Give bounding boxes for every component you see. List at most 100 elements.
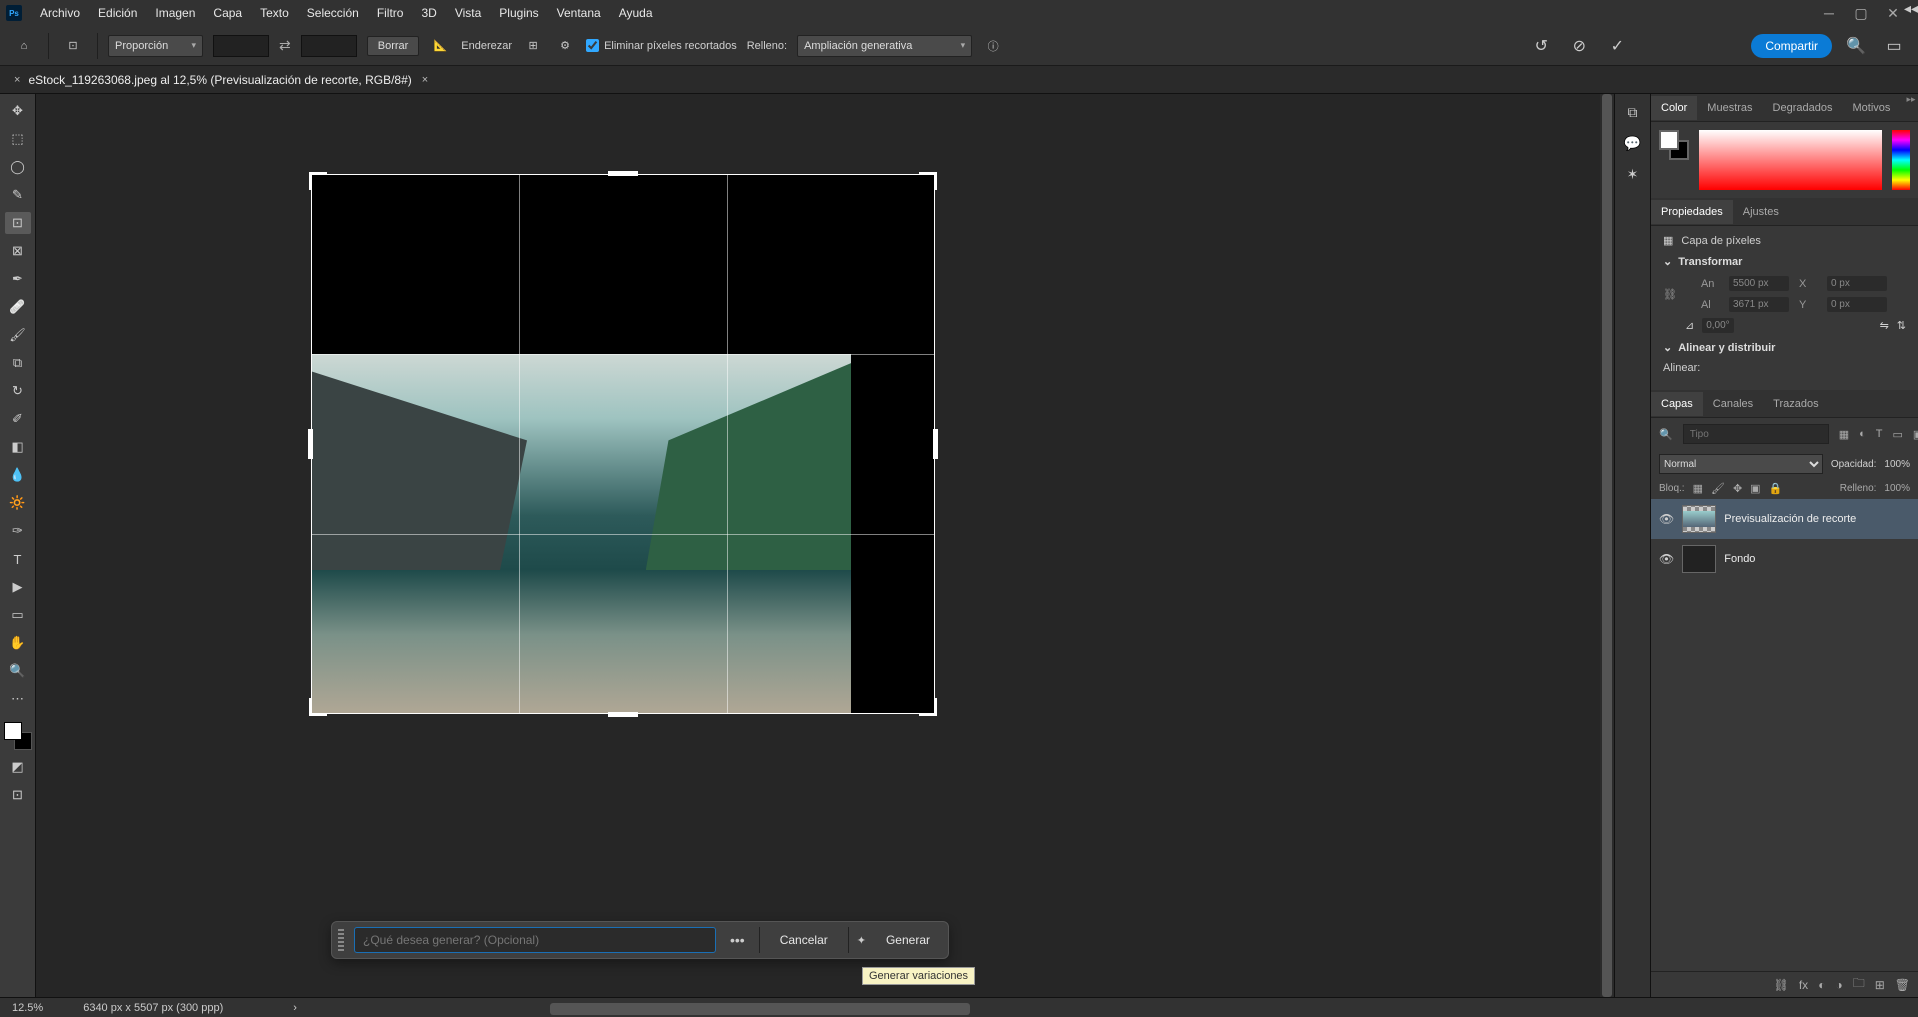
commit-crop-icon[interactable]: ✓ <box>1603 32 1631 60</box>
tab-adjustments[interactable]: Ajustes <box>1733 200 1789 224</box>
crop-handle-top[interactable] <box>608 171 638 176</box>
close-tab-icon[interactable]: × <box>14 74 20 86</box>
generate-button[interactable]: Generar <box>874 928 942 952</box>
menu-seleccion[interactable]: Selección <box>299 2 367 24</box>
adjustment-icon[interactable]: ◑ <box>1835 978 1842 992</box>
gradient-tool[interactable]: ◧ <box>5 436 31 458</box>
crop-handle-tl[interactable] <box>309 172 327 190</box>
crop-box[interactable] <box>311 174 935 714</box>
menu-plugins[interactable]: Plugins <box>491 2 546 24</box>
layer-filter-input[interactable] <box>1683 424 1829 444</box>
crop-handle-bl[interactable] <box>309 698 327 716</box>
overlay-grid-icon[interactable]: ⊞ <box>522 35 544 57</box>
crop-handle-br[interactable] <box>919 698 937 716</box>
share-button[interactable]: Compartir <box>1751 34 1832 58</box>
maximize-icon[interactable]: ▢ <box>1854 6 1868 20</box>
chevron-right-icon[interactable]: › <box>293 1002 297 1014</box>
lock-artboard-icon[interactable]: ▣ <box>1750 482 1760 495</box>
cancel-crop-icon[interactable]: ⊘ <box>1565 32 1593 60</box>
path-select-tool[interactable]: ▶ <box>5 576 31 598</box>
layer-thumbnail[interactable] <box>1682 545 1716 573</box>
layer-name[interactable]: Fondo <box>1724 553 1755 565</box>
edit-toolbar[interactable]: ⋯ <box>5 688 31 710</box>
fill-value[interactable]: 100% <box>1884 483 1910 494</box>
zoom-tool[interactable]: 🔍 <box>5 660 31 682</box>
history-brush-tool[interactable]: ↻ <box>5 380 31 402</box>
crop-handle-left[interactable] <box>308 429 313 459</box>
eraser-tool[interactable]: ✐ <box>5 408 31 430</box>
visibility-icon[interactable]: 👁 <box>1659 552 1674 566</box>
hue-strip[interactable] <box>1892 130 1910 190</box>
crop-handle-tr[interactable] <box>919 172 937 190</box>
color-chips[interactable] <box>4 722 32 750</box>
clone-tool[interactable]: ⧉ <box>5 352 31 374</box>
document-tab[interactable]: eStock_119263068.jpeg al 12,5% (Previsua… <box>28 73 411 87</box>
document-dimensions[interactable]: 6340 px x 5507 px (300 ppp) <box>83 1002 223 1014</box>
flip-v-icon[interactable]: ⇅ <box>1897 319 1906 332</box>
opacity-value[interactable]: 100% <box>1884 459 1910 470</box>
workspace-icon[interactable]: ▭ <box>1880 32 1908 60</box>
collapse-right-icon[interactable]: ▸▸ <box>1904 94 1918 108</box>
search-icon[interactable]: 🔍 <box>1842 32 1870 60</box>
blend-mode-select[interactable]: Normal <box>1659 454 1823 474</box>
crop-settings-icon[interactable]: ⚙ <box>554 35 576 57</box>
tab-color[interactable]: Color <box>1651 96 1697 120</box>
link-wh-icon[interactable]: ⛓ <box>1663 288 1677 301</box>
lasso-tool[interactable]: ◯ <box>5 156 31 178</box>
crop-handle-right[interactable] <box>933 429 938 459</box>
menu-vista[interactable]: Vista <box>447 2 489 24</box>
chevron-down-icon[interactable]: ⌄ <box>1663 341 1672 354</box>
crop-height-input[interactable] <box>301 35 357 57</box>
delete-cropped-checkbox[interactable]: Eliminar píxeles recortados <box>586 39 737 52</box>
libraries-panel-icon[interactable]: ✶ <box>1627 166 1639 183</box>
chevron-down-icon[interactable]: ⌄ <box>1663 255 1672 268</box>
menu-ayuda[interactable]: Ayuda <box>611 2 661 24</box>
lock-position-icon[interactable]: ✥ <box>1733 482 1742 495</box>
menu-filtro[interactable]: Filtro <box>369 2 412 24</box>
straighten-icon[interactable]: 📐 <box>429 35 451 57</box>
layer-thumbnail[interactable] <box>1682 505 1716 533</box>
menu-capa[interactable]: Capa <box>205 2 250 24</box>
lock-transparent-icon[interactable]: ▦ <box>1693 482 1703 495</box>
healing-tool[interactable]: 🩹 <box>5 296 31 318</box>
tab-layers[interactable]: Capas <box>1651 392 1703 416</box>
filter-type-icon[interactable]: T <box>1876 428 1883 440</box>
layer-name[interactable]: Previsualización de recorte <box>1724 513 1856 525</box>
eyedropper-tool[interactable]: ✒ <box>5 268 31 290</box>
type-tool[interactable]: T <box>5 548 31 570</box>
tab-patterns[interactable]: Motivos <box>1842 96 1900 120</box>
swap-dimensions-icon[interactable]: ⇄ <box>279 37 291 54</box>
history-panel-icon[interactable]: ⧉ <box>1628 104 1638 121</box>
filter-shape-icon[interactable]: ▭ <box>1893 428 1903 441</box>
taskbar-grip[interactable] <box>338 929 344 951</box>
lock-image-icon[interactable]: 🖌 <box>1711 482 1725 495</box>
quick-mask[interactable]: ◩ <box>5 756 31 778</box>
group-icon[interactable]: 🗀 <box>1853 974 1865 995</box>
marquee-tool[interactable]: ⬚ <box>5 128 31 150</box>
tab-properties[interactable]: Propiedades <box>1651 200 1733 224</box>
hand-tool[interactable]: ✋ <box>5 632 31 654</box>
crop-tool-icon[interactable]: ⊡ <box>59 32 87 60</box>
color-fg-bg[interactable] <box>1659 130 1689 160</box>
canvas-area[interactable]: ••• Cancelar ✦ Generar Generar variacion… <box>36 94 1614 997</box>
flip-h-icon[interactable]: ⇋ <box>1880 319 1889 332</box>
home-icon[interactable]: ⌂ <box>10 32 38 60</box>
tab-swatches[interactable]: Muestras <box>1697 96 1762 120</box>
delete-layer-icon[interactable]: 🗑 <box>1895 978 1910 992</box>
cancel-button[interactable]: Cancelar <box>768 928 840 952</box>
horizontal-scrollbar[interactable] <box>550 1003 970 1015</box>
move-tool[interactable]: ✥ <box>5 100 31 122</box>
shape-tool[interactable]: ▭ <box>5 604 31 626</box>
fx-icon[interactable]: fx <box>1799 978 1808 992</box>
dodge-tool[interactable]: 🔆 <box>5 492 31 514</box>
frame-tool[interactable]: ⊠ <box>5 240 31 262</box>
tab-channels[interactable]: Canales <box>1703 392 1763 416</box>
visibility-icon[interactable]: 👁 <box>1659 512 1674 526</box>
mask-icon[interactable]: ◐ <box>1818 978 1825 992</box>
lock-all-icon[interactable]: 🔒 <box>1769 482 1783 495</box>
crop-handle-bottom[interactable] <box>608 712 638 717</box>
collapse-left-icon[interactable]: ◂◂ <box>1904 0 1918 14</box>
filter-image-icon[interactable]: ▦ <box>1839 428 1849 441</box>
filter-smart-icon[interactable]: ▣ <box>1913 428 1918 441</box>
layer-item[interactable]: 👁 Previsualización de recorte <box>1651 499 1918 539</box>
